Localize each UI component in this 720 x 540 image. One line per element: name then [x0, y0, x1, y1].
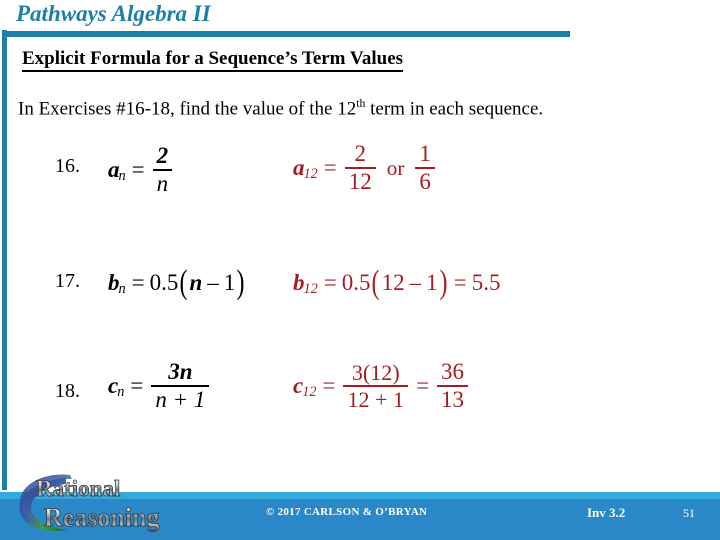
page-title: Pathways Algebra II — [16, 1, 211, 26]
exercise-answer: c 12 = 3(12) 12 + 1 = 36 13 — [293, 359, 471, 413]
fraction-denominator: n — [156, 171, 169, 197]
exercise-number: 17. — [55, 270, 80, 292]
formula-fraction: 3n n + 1 — [151, 359, 210, 413]
fraction-numerator: 2 — [354, 141, 366, 166]
formula-inner-variable: n — [189, 270, 203, 295]
left-accent-stripe — [2, 30, 7, 490]
exercise-number: 16. — [55, 155, 80, 177]
formula-subscript: n — [118, 280, 126, 297]
instruction-superscript: th — [356, 97, 366, 110]
investigation-label: Inv 3.2 — [587, 505, 626, 520]
answer-alt-fraction: 1 6 — [415, 141, 435, 195]
exercise-formula: cn = 3n n + 1 — [108, 359, 212, 413]
formula-equals: = — [130, 373, 144, 399]
answer-equals-2: = — [453, 270, 467, 295]
answer-equals: = — [322, 373, 336, 399]
fraction-numerator: 3n — [168, 359, 193, 384]
slide: Pathways Algebra II Explicit Formula for… — [0, 0, 720, 540]
subtitle-text: Explicit Formula for a Sequence’s Term V… — [22, 48, 404, 72]
answer-coefficient: 0.5 — [341, 270, 371, 295]
instruction-after: term in each sequence. — [365, 98, 544, 120]
fraction-denominator: n + 1 — [155, 387, 206, 413]
fraction-denominator: 12 + 1 — [347, 387, 405, 413]
formula-open-paren: ( — [179, 264, 188, 302]
formula-fraction: 2 n — [152, 143, 173, 197]
page-number: 51 — [683, 506, 695, 520]
fraction-numerator: 3(12) — [351, 359, 400, 385]
logo-text-reasoning: Reasoning — [44, 503, 160, 532]
copyright-text: © 2017 CARLSON & O’BRYAN — [266, 506, 428, 518]
answer-subscript: 12 — [303, 280, 318, 297]
answer-subscript: 12 — [303, 165, 318, 182]
exercise-number: 18. — [55, 380, 80, 402]
formula-coefficient: 0.5 — [149, 270, 179, 295]
formula-subscript: n — [118, 167, 126, 184]
logo-text-rational: Rational — [36, 476, 120, 501]
answer-result: 5.5 — [471, 270, 501, 295]
formula-equals: = — [131, 270, 145, 295]
answer-fraction: 2 12 — [344, 141, 376, 195]
exercise-answer: a 12 = 2 12 or 1 6 — [293, 141, 438, 195]
answer-equals: = — [323, 270, 337, 295]
answer-open-paren: ( — [372, 264, 381, 302]
rational-reasoning-logo: Rational Reasoning — [14, 470, 206, 536]
exercise-answer: b 12 = 0.5 ( 12 – 1 ) = 5.5 — [293, 264, 501, 302]
fraction-numerator: 1 — [419, 141, 431, 166]
header-divider — [2, 31, 570, 37]
fraction-denominator: 6 — [419, 169, 431, 195]
answer-fraction: 3(12) 12 + 1 — [343, 359, 409, 413]
formula-equals: = — [131, 157, 145, 183]
answer-subscript: 12 — [302, 383, 317, 400]
formula-close-paren: ) — [236, 264, 245, 302]
answer-result-fraction: 36 13 — [437, 359, 469, 413]
answer-close-paren: ) — [439, 264, 448, 302]
formula-minus: – — [207, 270, 219, 295]
formula-inner-number: 1 — [223, 270, 236, 295]
instruction-before: In Exercises #16-18, find the value of t… — [18, 98, 357, 120]
fraction-denominator: 12 — [348, 169, 372, 195]
exercise-formula: an = 2 n — [108, 143, 175, 197]
exercise-formula: bn = 0.5 ( n – 1 ) — [108, 264, 246, 302]
answer-inner-first: 12 — [381, 270, 405, 295]
fraction-numerator: 2 — [156, 143, 169, 168]
answer-conjunction: or — [386, 155, 405, 180]
answer-equals-2: = — [416, 373, 430, 399]
section-subtitle: Explicit Formula for a Sequence’s Term V… — [22, 48, 404, 72]
answer-equals: = — [323, 155, 337, 181]
answer-inner-number: 1 — [426, 270, 438, 295]
answer-minus: – — [409, 270, 422, 295]
fraction-numerator: 36 — [441, 359, 465, 384]
fraction-denominator: 13 — [441, 387, 465, 413]
instruction-text: In Exercises #16-18, find the value of t… — [18, 97, 543, 120]
formula-subscript: n — [117, 383, 125, 400]
